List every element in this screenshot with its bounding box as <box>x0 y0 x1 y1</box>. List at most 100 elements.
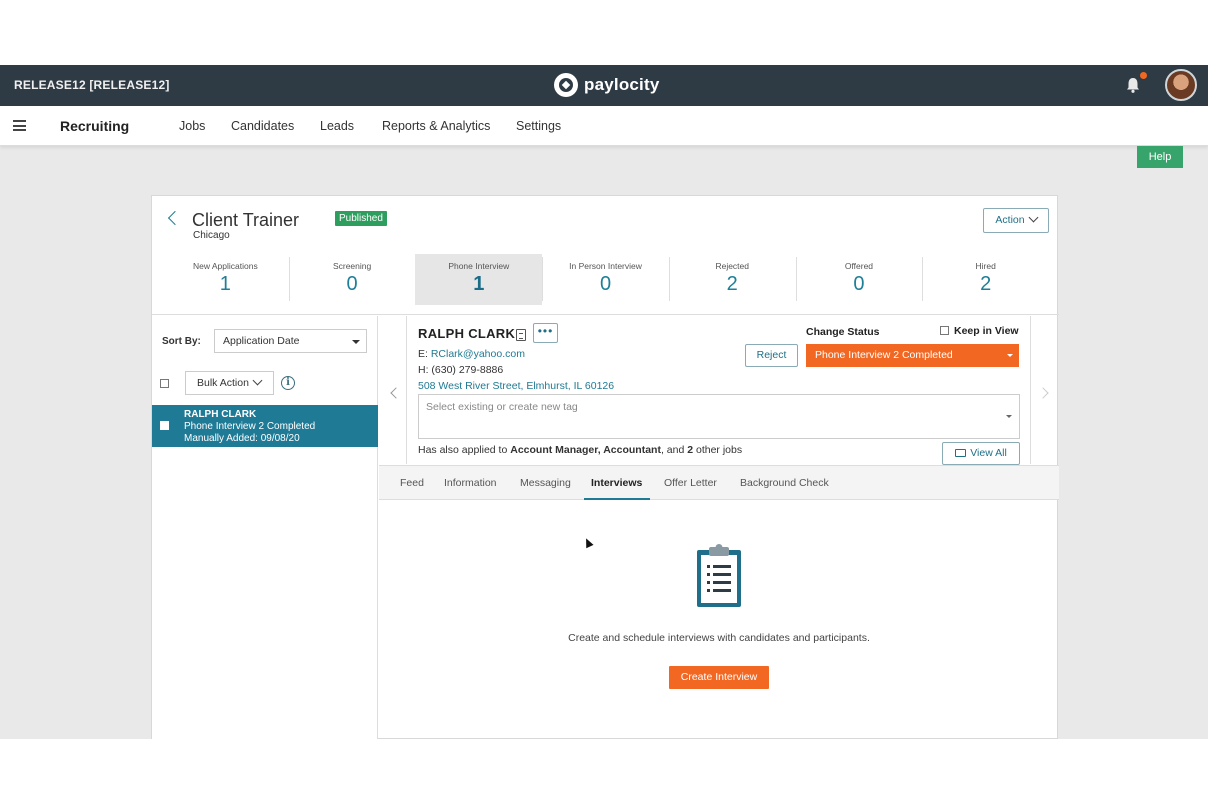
nav-item-settings[interactable]: Settings <box>516 119 561 133</box>
reject-button[interactable]: Reject <box>745 344 798 367</box>
change-status-label: Change Status <box>806 326 880 338</box>
view-all-label: View All <box>970 447 1007 459</box>
stage-screening[interactable]: Screening 0 <box>288 254 416 305</box>
pipeline-stages: New Applications 1 Screening 0 Phone Int… <box>162 254 1049 305</box>
empty-state-text: Create and schedule interviews with cand… <box>568 632 870 644</box>
keep-in-view-label: Keep in View <box>954 325 1019 337</box>
stage-phone-interview[interactable]: Phone Interview 1 <box>415 254 543 305</box>
email-prefix: E: <box>418 348 431 360</box>
stage-in-person-interview[interactable]: In Person Interview 0 <box>542 254 669 305</box>
candidate-address-link[interactable]: 508 West River Street, Elmhurst, IL 6012… <box>418 380 614 392</box>
stage-count: 0 <box>346 273 358 295</box>
stage-label: In Person Interview <box>569 261 642 271</box>
job-panel: Client Trainer Chicago Published Action … <box>151 195 1059 739</box>
candidate-added: Manually Added: 09/08/20 <box>184 433 300 444</box>
briefcase-icon <box>955 449 967 457</box>
email-link[interactable]: RClark@yahoo.com <box>431 348 525 360</box>
more-options-button[interactable]: ••• <box>533 323 558 343</box>
stage-rejected[interactable]: Rejected 2 <box>668 254 796 305</box>
stage-hired[interactable]: Hired 2 <box>922 254 1049 305</box>
action-button[interactable]: Action <box>983 208 1049 233</box>
tab-information[interactable]: Information <box>444 477 497 489</box>
help-button[interactable]: Help <box>1137 146 1183 168</box>
stage-label: Phone Interview <box>448 261 510 271</box>
main-nav: Recruiting Jobs Candidates Leads Reports… <box>0 106 1208 146</box>
notification-dot <box>1140 72 1147 79</box>
sort-select[interactable]: Application Date <box>214 329 367 353</box>
hamburger-menu-icon[interactable] <box>13 120 26 131</box>
user-avatar[interactable] <box>1165 69 1197 101</box>
candidate-card: RALPH CLARK ••• E: RClark@yahoo.com H: (… <box>406 316 1031 465</box>
stage-count: 0 <box>853 273 865 295</box>
candidate-status: Phone Interview 2 Completed <box>184 421 316 432</box>
info-icon[interactable]: i <box>281 376 295 390</box>
also-applied-prefix: Has also applied to <box>418 444 511 456</box>
view-all-button[interactable]: View All <box>942 442 1020 465</box>
tab-interviews[interactable]: Interviews <box>591 477 642 489</box>
nav-item-candidates[interactable]: Candidates <box>231 119 294 133</box>
chevron-down-icon <box>1028 212 1039 223</box>
stage-label: Screening <box>332 261 372 271</box>
candidate-name: RALPH CLARK <box>418 326 516 341</box>
stage-count: 1 <box>219 273 231 295</box>
candidate-detail-panel: RALPH CLARK ••• E: RClark@yahoo.com H: (… <box>379 316 1059 739</box>
candidate-email: E: RClark@yahoo.com <box>418 348 525 360</box>
also-applied-mid: , and <box>660 444 688 456</box>
previous-candidate-icon[interactable] <box>390 387 402 399</box>
caret-down-icon <box>1006 415 1012 418</box>
environment-label: RELEASE12 [RELEASE12] <box>14 78 170 92</box>
caret-down-icon <box>1007 354 1013 357</box>
tag-input[interactable]: Select existing or create new tag <box>418 394 1020 439</box>
select-all-checkbox[interactable] <box>160 379 169 388</box>
sort-value: Application Date <box>223 335 300 347</box>
stage-count: 0 <box>599 273 612 295</box>
stage-label: New Applications <box>192 261 258 271</box>
clipboard-icon <box>697 544 741 607</box>
stage-label: Offered <box>844 261 874 271</box>
stage-count: 2 <box>980 273 992 295</box>
keep-in-view-checkbox[interactable] <box>940 326 949 335</box>
back-chevron-icon[interactable] <box>167 210 183 226</box>
also-applied-text: Has also applied to Account Manager, Acc… <box>418 444 742 456</box>
tab-background-check[interactable]: Background Check <box>740 477 829 489</box>
stage-label: Hired <box>975 261 996 271</box>
next-candidate-icon[interactable] <box>1037 387 1049 399</box>
stage-new-applications[interactable]: New Applications 1 <box>162 254 289 305</box>
candidate-tabs: Feed Information Messaging Interviews Of… <box>379 465 1059 500</box>
also-applied-suffix: other jobs <box>693 444 743 456</box>
status-select[interactable]: Phone Interview 2 Completed <box>806 344 1019 367</box>
candidate-phone: H: (630) 279-8886 <box>418 364 504 376</box>
job-title: Client Trainer <box>192 210 300 230</box>
stage-count: 2 <box>726 273 738 295</box>
also-applied-jobs: Account Manager, Accountant <box>510 444 661 456</box>
nav-title: Recruiting <box>60 118 130 134</box>
create-interview-button[interactable]: Create Interview <box>669 666 769 689</box>
nav-item-reports-analytics[interactable]: Reports & Analytics <box>382 119 490 133</box>
candidate-list-panel: Sort By: Application Date Bulk Action i … <box>152 316 378 739</box>
tab-messaging[interactable]: Messaging <box>520 477 571 489</box>
brand-name: paylocity <box>584 75 660 94</box>
brand-logo[interactable]: paylocity <box>554 73 660 97</box>
bell-icon[interactable] <box>1124 76 1142 94</box>
paylocity-logo-icon <box>554 73 578 97</box>
keep-in-view-toggle[interactable]: Keep in View <box>940 325 1019 337</box>
job-location: Chicago <box>193 230 230 241</box>
bulk-action-label: Bulk Action <box>197 377 249 389</box>
stage-offered[interactable]: Offered 0 <box>795 254 923 305</box>
candidate-name: RALPH CLARK <box>184 409 257 420</box>
tab-feed[interactable]: Feed <box>400 477 424 489</box>
caret-down-icon <box>352 340 360 344</box>
sort-label: Sort By: <box>162 336 201 347</box>
candidate-checkbox[interactable] <box>160 421 169 430</box>
stage-label: Rejected <box>715 261 750 271</box>
action-label: Action <box>995 214 1025 226</box>
status-badge: Published <box>335 211 387 226</box>
nav-item-leads[interactable]: Leads <box>320 119 354 133</box>
tab-offer-letter[interactable]: Offer Letter <box>664 477 717 489</box>
list-item[interactable]: RALPH CLARK Phone Interview 2 Completed … <box>152 405 378 447</box>
bulk-action-button[interactable]: Bulk Action <box>185 371 274 395</box>
nav-item-jobs[interactable]: Jobs <box>179 119 205 133</box>
note-icon[interactable] <box>516 329 526 341</box>
chevron-down-icon <box>252 375 263 386</box>
tag-placeholder: Select existing or create new tag <box>426 401 578 413</box>
